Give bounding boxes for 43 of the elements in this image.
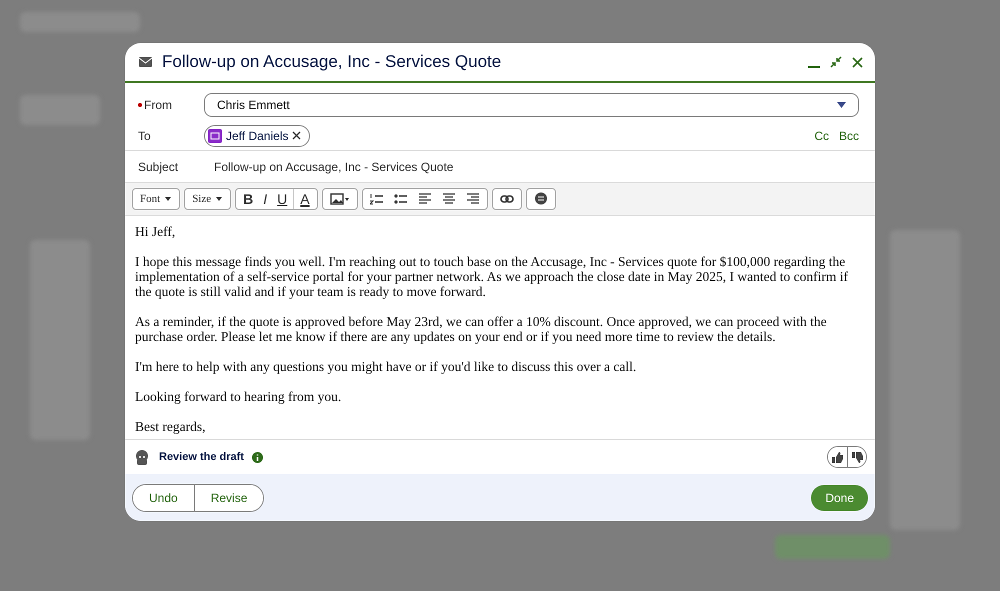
bold-button[interactable]: B [239, 189, 258, 209]
remove-icon[interactable] [292, 131, 302, 140]
from-select[interactable]: Chris Emmett [204, 93, 859, 117]
revise-button[interactable]: Revise [194, 484, 264, 510]
link-icon[interactable] [500, 192, 514, 206]
subject-label: Subject [138, 158, 180, 176]
cc-link[interactable]: Cc [814, 126, 829, 144]
thumbs-up-icon [832, 452, 843, 462]
image-icon[interactable] [330, 192, 350, 206]
close-icon[interactable] [852, 56, 863, 68]
align-center-icon[interactable] [442, 192, 456, 206]
dialog-title: Follow-up on Accusage, Inc - Services Quote [162, 51, 502, 74]
align-right-icon[interactable] [466, 192, 480, 206]
collapse-icon[interactable] [830, 56, 842, 68]
from-label: From [144, 97, 172, 114]
contact-card-icon [208, 128, 222, 142]
bulleted-list-icon[interactable] [394, 192, 408, 206]
thumbs-down-icon [852, 452, 862, 462]
speech-bubble-icon[interactable] [534, 192, 548, 206]
italic-button[interactable]: I [259, 189, 272, 209]
assistant-mascot-icon [133, 449, 151, 465]
caret-icon [216, 197, 224, 201]
info-icon[interactable] [252, 452, 263, 462]
done-button[interactable]: Done [811, 484, 868, 510]
align-left-icon[interactable] [418, 192, 432, 206]
subject-field[interactable]: Follow-up on Accusage, Inc - Services Quote [214, 158, 454, 176]
thumbs-down-button[interactable] [847, 447, 866, 467]
recipient-pill[interactable]: Jeff Daniels [204, 124, 310, 146]
email-paragraph: Looking forward to hearing from you. [135, 389, 342, 404]
review-label: Review the draft [159, 450, 244, 465]
email-paragraph: I hope this message finds you well. I'm reaching out to touch base on the Accusage, Inc - Services quote for $100,000 regarding the implementation of a self-service portal for your partner network. As we approach the close date in May 2025, I wanted to confirm if the quote is still valid and if your team is ready to move forward. [135, 254, 850, 299]
email-paragraph: Best regards, [135, 419, 206, 434]
envelope-icon [139, 57, 152, 67]
bcc-link[interactable]: Bcc [838, 126, 859, 144]
to-label: To [138, 128, 152, 144]
email-paragraph: Hi Jeff, [135, 224, 176, 239]
caret-icon [165, 197, 172, 201]
email-paragraph: As a reminder, if the quote is approved before May 23rd, we can offer a 10% discount. Once approved, we can proceed with the purchase order. Please let me know if there are any updates on your end or if you need more time to review the details. [135, 314, 828, 344]
dropdown-caret-icon [837, 102, 846, 108]
email-paragraph: I'm here to help with any questions you might have or if you'd like to discuss this over a call. [135, 359, 638, 374]
numbered-list-icon[interactable] [370, 192, 384, 206]
underline-button[interactable]: U [273, 189, 292, 209]
text-color-button[interactable]: A [293, 189, 314, 209]
